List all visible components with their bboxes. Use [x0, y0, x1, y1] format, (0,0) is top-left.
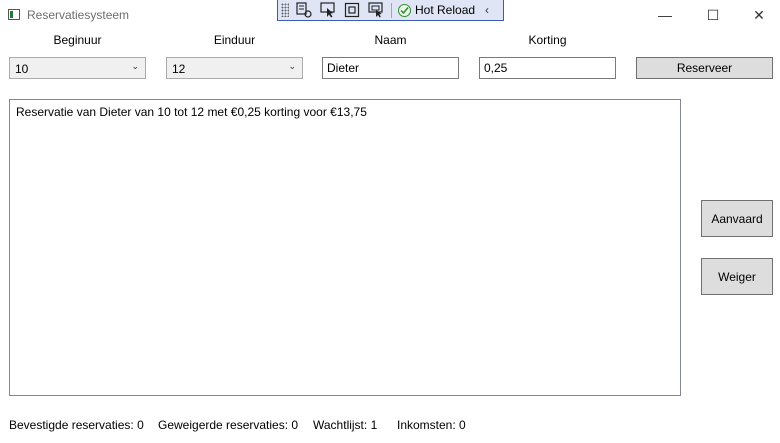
- minimize-button[interactable]: —: [642, 0, 688, 30]
- live-visual-tree-icon[interactable]: [295, 2, 313, 18]
- chevron-down-icon[interactable]: ⌄: [131, 61, 139, 72]
- app-icon: [8, 9, 20, 20]
- grip-icon[interactable]: [281, 3, 289, 17]
- korting-input[interactable]: [479, 57, 616, 79]
- hot-reload-label[interactable]: Hot Reload: [415, 3, 475, 17]
- hot-reload-check-icon: [398, 3, 411, 17]
- collapse-toolbar-icon[interactable]: ‹: [485, 3, 489, 17]
- einduur-combobox[interactable]: 12 ⌄: [166, 57, 303, 79]
- window-title: Reservatiesysteem: [27, 8, 130, 22]
- chevron-down-icon[interactable]: ⌄: [288, 61, 296, 72]
- confirmed-count: Bevestigde reservaties: 0: [9, 418, 144, 432]
- weiger-button[interactable]: Weiger: [701, 258, 773, 295]
- xaml-dev-toolbar: Hot Reload ‹: [277, 0, 504, 21]
- beginuur-label: Beginuur: [53, 33, 102, 47]
- toolbar-separator: [391, 2, 392, 18]
- aanvaard-button[interactable]: Aanvaard: [701, 200, 773, 237]
- reserveer-button[interactable]: Reserveer: [636, 57, 773, 79]
- naam-input[interactable]: [322, 57, 459, 79]
- rejected-count: Geweigerde reservaties: 0: [158, 418, 299, 432]
- naam-label: Naam: [374, 33, 407, 47]
- display-layout-adorners-icon[interactable]: [343, 2, 361, 18]
- track-focused-element-icon[interactable]: [367, 2, 385, 18]
- maximize-button[interactable]: ☐: [690, 0, 736, 30]
- income-total: Inkomsten: 0: [397, 418, 466, 432]
- reservations-listbox[interactable]: Reservatie van Dieter van 10 tot 12 met …: [9, 99, 681, 396]
- beginuur-value: 10: [15, 62, 29, 76]
- select-element-icon[interactable]: [319, 2, 337, 18]
- waitlist-count: Wachtlijst: 1: [313, 418, 378, 432]
- list-item[interactable]: Reservatie van Dieter van 10 tot 12 met …: [16, 105, 367, 119]
- einduur-value: 12: [172, 62, 186, 76]
- close-button[interactable]: ✕: [736, 0, 780, 30]
- beginuur-combobox[interactable]: 10 ⌄: [9, 57, 146, 79]
- einduur-label: Einduur: [213, 33, 256, 47]
- korting-label: Korting: [528, 33, 567, 47]
